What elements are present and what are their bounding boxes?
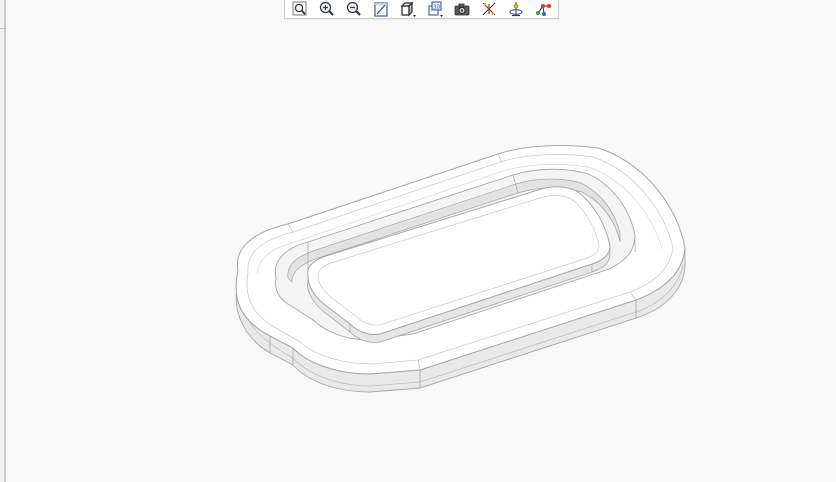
screenshot-button[interactable] — [449, 0, 475, 18]
repaint-icon — [374, 2, 388, 17]
graphics-viewport[interactable] — [8, 20, 836, 482]
annotation-display-button[interactable] — [530, 0, 556, 18]
datum-display-button[interactable] — [476, 0, 502, 18]
cube-view-icon — [400, 1, 416, 17]
repaint-button[interactable] — [368, 0, 394, 18]
spin-center-icon — [509, 2, 523, 17]
named-views-button[interactable]: 3D — [422, 0, 448, 18]
saved-orientations-button[interactable] — [395, 0, 421, 18]
zoom-in-button[interactable] — [314, 0, 340, 18]
node-graph-icon — [536, 4, 551, 16]
camera-icon — [454, 3, 470, 16]
graphics-toolbar: 3D — [284, 0, 559, 19]
zoom-to-fit-button[interactable] — [287, 0, 313, 18]
zoom-fit-icon — [292, 1, 307, 16]
named-view-badge: 3D — [433, 4, 440, 10]
named-view-icon: 3D — [428, 1, 443, 17]
datum-axes-icon — [482, 2, 496, 16]
zoom-out-icon — [346, 1, 361, 16]
modeling-window: 3D — [0, 0, 836, 482]
tray-model[interactable] — [8, 20, 836, 482]
zoom-out-button[interactable] — [341, 0, 367, 18]
spin-center-button[interactable] — [503, 0, 529, 18]
model-tree-splitter[interactable] — [0, 0, 6, 482]
splitter-notch — [0, 28, 6, 29]
zoom-in-icon — [319, 1, 334, 16]
